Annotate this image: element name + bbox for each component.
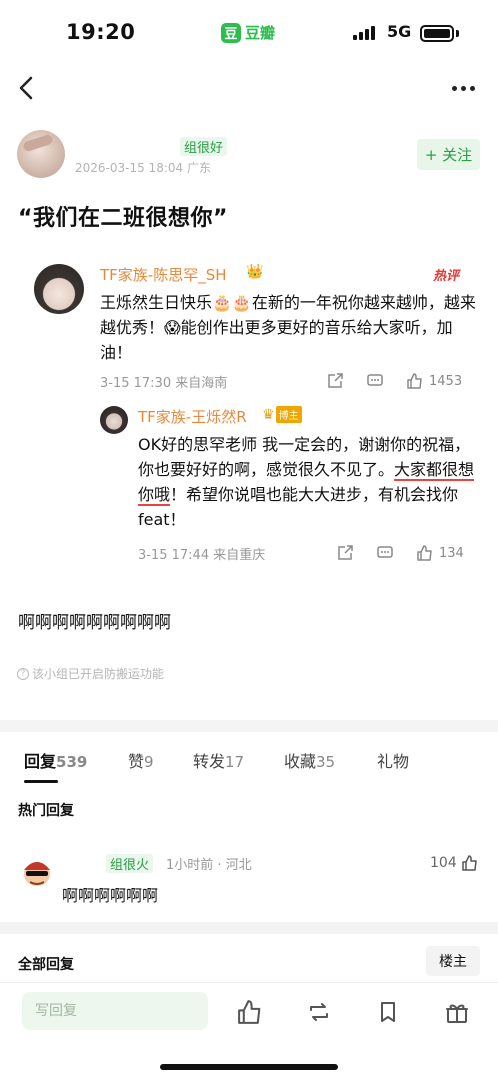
reply-meta: 3-15 17:44 来自重庆 bbox=[138, 548, 266, 563]
bottom-bookmark-button[interactable] bbox=[374, 998, 402, 1026]
post-body: 啊啊啊啊啊啊啊啊啊 bbox=[18, 613, 171, 633]
tab-reposts[interactable]: 转发17 bbox=[193, 748, 244, 772]
share-icon bbox=[328, 373, 343, 388]
reply-like-button[interactable]: 134 bbox=[416, 544, 464, 562]
reply-item-meta: 1小时前 · 河北 bbox=[166, 858, 252, 873]
post-title: “我们在二班很想你” bbox=[18, 206, 228, 231]
active-tab-indicator bbox=[24, 780, 58, 783]
reply-share-button[interactable] bbox=[336, 544, 354, 562]
status-bar: 19:20 豆 豆瓣 5G bbox=[0, 0, 498, 66]
thumbs-up-icon bbox=[407, 373, 422, 389]
anti-repost-notice: ? 该小组已开启防搬运功能 bbox=[17, 665, 164, 682]
battery-icon bbox=[420, 25, 454, 42]
thumbs-up-icon bbox=[461, 855, 477, 871]
bookmark-icon bbox=[381, 1002, 395, 1022]
reply-input[interactable] bbox=[22, 992, 208, 1030]
status-time: 19:20 bbox=[66, 20, 136, 44]
more-button[interactable] bbox=[447, 76, 479, 100]
chevron-left-icon bbox=[19, 76, 33, 100]
hot-reply-text: 啊啊啊啊啊啊 bbox=[62, 886, 159, 905]
gift-icon bbox=[446, 1004, 468, 1023]
douban-logo-icon: 豆 bbox=[221, 22, 241, 43]
comment-text: 王烁然生日快乐🎂🎂在新的一年祝你越来越帅，越来越优秀！😱能创作出更多更好的音乐给… bbox=[100, 293, 476, 362]
reply-like-count: 134 bbox=[439, 545, 464, 561]
comment-button[interactable] bbox=[366, 372, 384, 390]
comment-avatar[interactable] bbox=[34, 264, 84, 314]
tab-likes[interactable]: 赞9 bbox=[128, 748, 154, 772]
thumbs-up-icon bbox=[238, 1000, 261, 1024]
comment-author[interactable]: TF家族-陈思罕_SH bbox=[100, 264, 227, 285]
reply-user-avatar[interactable] bbox=[18, 852, 56, 890]
tab-gifts[interactable]: 礼物 bbox=[377, 748, 409, 772]
post-meta: 2026-03-15 18:04 广东 bbox=[75, 161, 211, 175]
hot-reply-like-count: 104 bbox=[430, 855, 457, 871]
network-type: 5G bbox=[387, 22, 412, 41]
more-dots-icon bbox=[451, 85, 457, 91]
section-divider bbox=[0, 720, 498, 732]
comment-bubble-icon bbox=[377, 546, 393, 558]
repost-icon bbox=[310, 1003, 328, 1021]
battery-tip bbox=[456, 30, 459, 37]
group-tag[interactable]: 组很好 bbox=[180, 137, 228, 156]
home-indicator[interactable] bbox=[160, 1064, 338, 1070]
reply-text: OK好的思罕老师 我一定会的，谢谢你的祝福，你也要好好的啊，感觉很久不见了。大家… bbox=[138, 435, 475, 529]
notice-text: 该小组已开启防搬运功能 bbox=[32, 667, 165, 681]
all-replies-title: 全部回复 bbox=[18, 957, 74, 973]
reply-author[interactable]: TF家族-王烁然R bbox=[138, 406, 247, 427]
reply-group-tag[interactable]: 组很火 bbox=[106, 854, 154, 873]
bottom-like-button[interactable] bbox=[236, 998, 264, 1026]
author-avatar[interactable] bbox=[17, 130, 65, 178]
back-button[interactable] bbox=[14, 72, 42, 104]
like-button[interactable]: 1453 bbox=[406, 372, 462, 390]
tab-replies[interactable]: 回复539 bbox=[24, 748, 87, 772]
app-name: 豆瓣 bbox=[245, 24, 276, 42]
follow-button[interactable]: + 关注 bbox=[417, 139, 480, 170]
comment-meta: 3-15 17:30 来自海南 bbox=[100, 376, 228, 391]
section-divider bbox=[0, 922, 498, 934]
share-icon bbox=[338, 545, 353, 560]
like-count: 1453 bbox=[429, 373, 463, 389]
question-icon: ? bbox=[17, 667, 29, 680]
crown-emoji-icon: 👑 bbox=[246, 264, 264, 280]
tab-favorites[interactable]: 收藏35 bbox=[284, 748, 335, 772]
signal-icon bbox=[353, 26, 375, 40]
crown-icon: ♛ bbox=[262, 406, 275, 423]
cartoon-avatar-icon bbox=[24, 862, 50, 886]
owner-badge-group: ♛ 博主 bbox=[262, 406, 302, 423]
owner-badge: 博主 bbox=[275, 406, 302, 423]
op-only-filter-button[interactable]: 楼主 bbox=[426, 946, 480, 976]
hot-comment-badge: 热评 bbox=[433, 269, 460, 284]
share-button[interactable] bbox=[326, 372, 344, 390]
hot-reply-like-button[interactable]: 104 bbox=[430, 854, 479, 872]
bottom-gift-button[interactable] bbox=[443, 998, 471, 1026]
reply-avatar[interactable] bbox=[100, 406, 128, 434]
reply-comment-button[interactable] bbox=[376, 544, 394, 562]
thumbs-up-icon bbox=[417, 545, 432, 561]
bottom-repost-button[interactable] bbox=[305, 998, 333, 1026]
comment-bubble-icon bbox=[367, 374, 383, 386]
app-indicator: 豆 豆瓣 bbox=[221, 22, 275, 43]
hot-replies-title: 热门回复 bbox=[18, 803, 74, 819]
